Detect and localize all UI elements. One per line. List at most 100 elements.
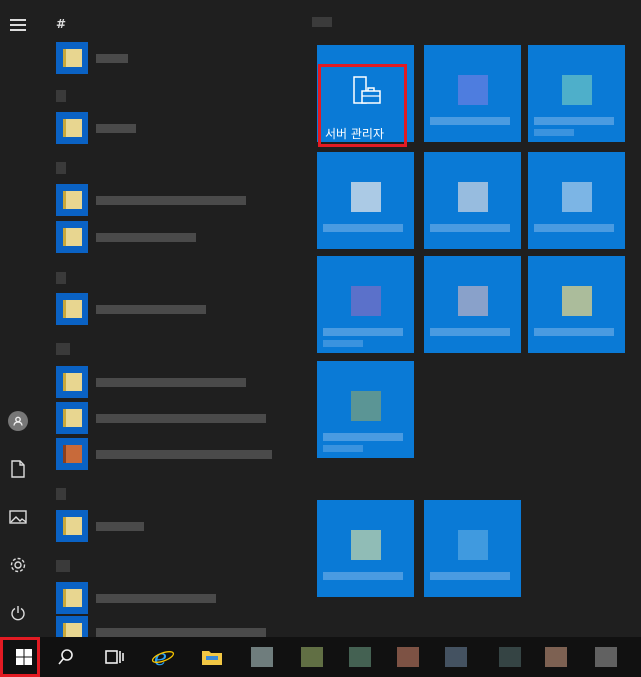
tile-icon: [351, 182, 381, 212]
tile-icon: [562, 75, 592, 105]
app-icon: [56, 221, 88, 253]
list-item[interactable]: [56, 184, 306, 216]
app-tile[interactable]: [317, 256, 414, 353]
svg-text:e: e: [154, 646, 167, 669]
tile-label: [323, 328, 403, 336]
tile-label: [323, 433, 403, 441]
app-tile[interactable]: [528, 45, 625, 142]
document-icon[interactable]: [0, 451, 36, 487]
list-item[interactable]: [56, 402, 306, 434]
section-letter[interactable]: #: [56, 17, 66, 31]
app-icon: [301, 647, 323, 667]
taskbar-app[interactable]: [288, 637, 336, 677]
tile-label: [430, 572, 510, 580]
tile-icon: [351, 286, 381, 316]
app-icon: [56, 293, 88, 325]
app-tile[interactable]: [528, 256, 625, 353]
app-name: [96, 450, 272, 459]
tile-label: [323, 572, 403, 580]
task-view-icon: [105, 650, 124, 664]
user-icon[interactable]: [0, 403, 36, 439]
power-icon[interactable]: [0, 595, 36, 631]
list-item[interactable]: [56, 616, 306, 637]
app-icon: [56, 438, 88, 470]
internet-explorer-button[interactable]: e: [139, 637, 187, 677]
app-icon: [56, 616, 88, 637]
app-name: [96, 414, 266, 423]
app-tile[interactable]: [528, 152, 625, 249]
taskbar-app[interactable]: [582, 637, 630, 677]
pictures-icon[interactable]: [0, 499, 36, 535]
section-letter[interactable]: [56, 90, 66, 102]
tile-icon: [458, 530, 488, 560]
tile-icon: [351, 391, 381, 421]
file-explorer-button[interactable]: [188, 637, 236, 677]
taskbar-app[interactable]: [384, 637, 432, 677]
taskbar-app[interactable]: [432, 637, 480, 677]
section-letter[interactable]: [56, 272, 66, 284]
list-item[interactable]: [56, 438, 306, 470]
app-icon: [56, 510, 88, 542]
app-name: [96, 378, 246, 387]
app-tile[interactable]: [317, 152, 414, 249]
app-tile[interactable]: [317, 361, 414, 458]
tile-label: [534, 117, 614, 125]
app-name: [96, 628, 266, 637]
folder-icon: [202, 651, 222, 665]
search-icon: [58, 649, 73, 665]
app-icon: [545, 647, 567, 667]
tile-label: [534, 328, 614, 336]
app-name: [96, 522, 144, 531]
gear-icon[interactable]: [0, 547, 36, 583]
tile-label: [430, 328, 510, 336]
taskbar-app[interactable]: [532, 637, 580, 677]
app-tile[interactable]: [424, 152, 521, 249]
list-item[interactable]: [56, 221, 306, 253]
section-letter[interactable]: [56, 560, 70, 572]
app-name: [96, 196, 246, 205]
list-item[interactable]: [56, 510, 306, 542]
tile-icon: [458, 182, 488, 212]
app-name: [96, 233, 196, 242]
app-icon: [56, 366, 88, 398]
section-letter[interactable]: [56, 162, 66, 174]
app-tile[interactable]: [424, 256, 521, 353]
app-name: [96, 54, 128, 63]
tile-icon: [458, 286, 488, 316]
tile-icon: [562, 286, 592, 316]
tile-group-header[interactable]: [312, 17, 332, 27]
tile-icon: [351, 530, 381, 560]
tile-label: [323, 224, 403, 232]
app-icon: [445, 647, 467, 667]
taskbar-app[interactable]: [486, 637, 534, 677]
app-tile[interactable]: [317, 500, 414, 597]
app-icon: [56, 582, 88, 614]
hamburger-icon[interactable]: [0, 7, 36, 43]
task-view-button[interactable]: [90, 637, 138, 677]
app-icon: [56, 402, 88, 434]
taskbar-app[interactable]: [336, 637, 384, 677]
list-item[interactable]: [56, 366, 306, 398]
app-icon: [251, 647, 273, 667]
taskbar-app[interactable]: [238, 637, 286, 677]
app-icon: [56, 112, 88, 144]
app-list: #: [48, 0, 310, 637]
tile-icon: [458, 75, 488, 105]
search-button[interactable]: [42, 637, 90, 677]
list-item[interactable]: [56, 582, 306, 614]
app-icon: [56, 184, 88, 216]
app-tile[interactable]: [424, 45, 521, 142]
app-name: [96, 124, 136, 133]
tile-label: [430, 117, 510, 125]
list-item[interactable]: [56, 293, 306, 325]
tile-label: [534, 224, 614, 232]
tile-icon: [562, 182, 592, 212]
section-letter[interactable]: [56, 488, 66, 500]
app-tile[interactable]: [424, 500, 521, 597]
app-name: [96, 594, 216, 603]
section-letter[interactable]: [56, 343, 70, 355]
tile-label: [534, 129, 574, 136]
taskbar: e: [0, 637, 641, 677]
list-item[interactable]: [56, 112, 306, 144]
list-item[interactable]: [56, 42, 306, 74]
